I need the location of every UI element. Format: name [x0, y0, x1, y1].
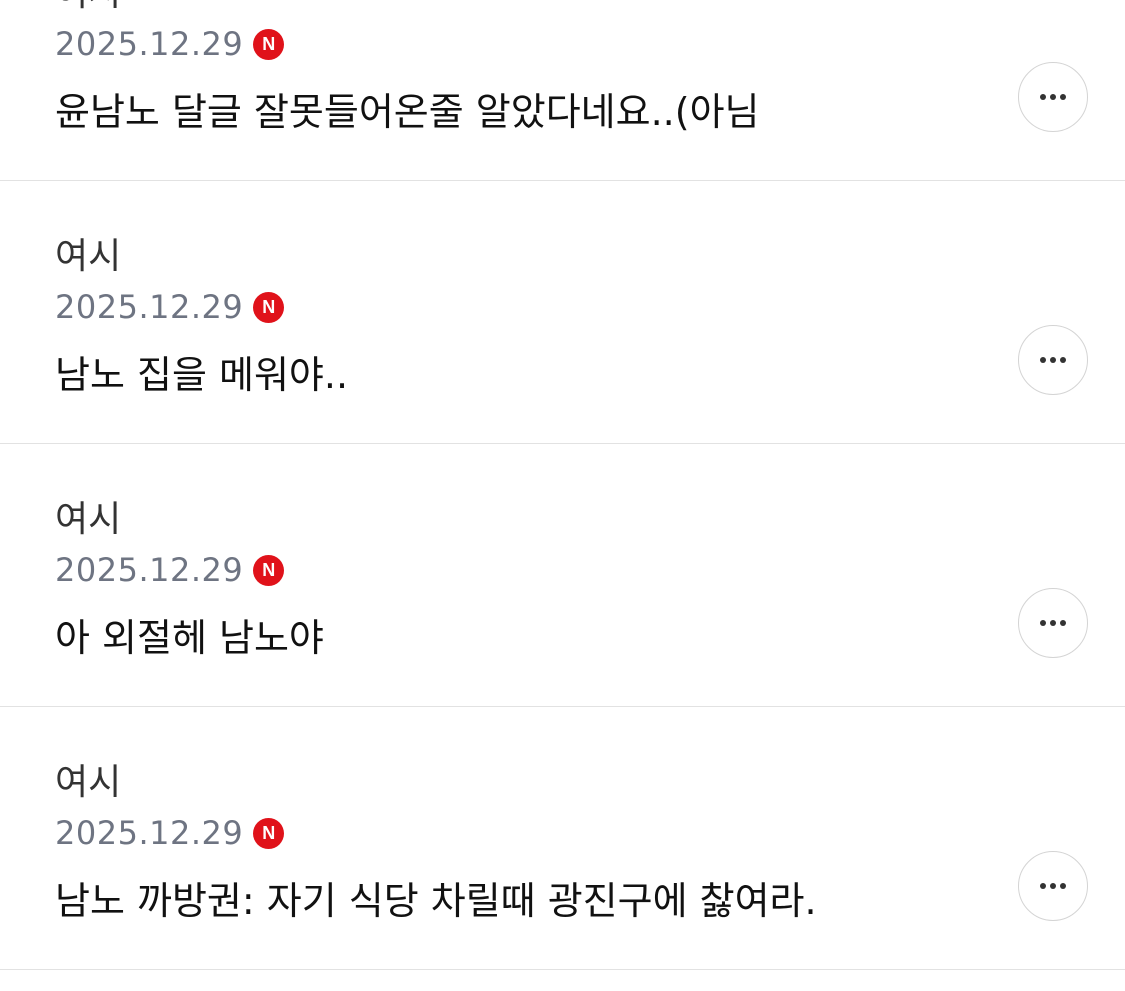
- comment-author[interactable]: 여시: [55, 0, 121, 16]
- comment-item: 여시 2025.12.29 N 아 외절헤 남노야: [0, 444, 1125, 707]
- comment-item: 여시 2025.12.29 N 윤남노 달글 잘못들어온줄 알았다네요..(아님: [0, 0, 1125, 181]
- new-badge-icon: N: [253, 817, 285, 849]
- comment-text: 남노 집을 메워야..: [55, 353, 349, 397]
- new-badge-icon: N: [253, 291, 285, 323]
- more-options-button[interactable]: [1018, 588, 1088, 658]
- comment-author[interactable]: 여시: [55, 761, 121, 805]
- new-badge-icon: N: [253, 28, 285, 60]
- more-options-button[interactable]: [1018, 851, 1088, 921]
- comment-date: 2025.12.29: [55, 551, 244, 589]
- more-options-button[interactable]: [1018, 325, 1088, 395]
- comment-text: 남노 까방권: 자기 식당 차릴때 광진구에 찷여라.: [55, 879, 817, 923]
- comment-text: 윤남노 달글 잘못들어온줄 알았다네요..(아님: [55, 90, 760, 134]
- comment-list: 여시 2025.12.29 N 윤남노 달글 잘못들어온줄 알았다네요..(아님…: [0, 0, 1125, 970]
- more-horizontal-icon: [1040, 94, 1066, 100]
- comment-date: 2025.12.29: [55, 25, 244, 63]
- comment-meta: 2025.12.29 N: [55, 287, 285, 327]
- more-horizontal-icon: [1040, 620, 1066, 626]
- comment-item: 여시 2025.12.29 N 남노 집을 메워야..: [0, 181, 1125, 444]
- comment-meta: 2025.12.29 N: [55, 813, 285, 853]
- more-options-button[interactable]: [1018, 62, 1088, 132]
- comment-author[interactable]: 여시: [55, 235, 121, 279]
- more-horizontal-icon: [1040, 883, 1066, 889]
- comment-item: 여시 2025.12.29 N 남노 까방권: 자기 식당 차릴때 광진구에 찷…: [0, 707, 1125, 970]
- comment-date: 2025.12.29: [55, 288, 244, 326]
- comment-meta: 2025.12.29 N: [55, 550, 285, 590]
- comment-date: 2025.12.29: [55, 814, 244, 852]
- more-horizontal-icon: [1040, 357, 1066, 363]
- new-badge-icon: N: [253, 554, 285, 586]
- comment-meta: 2025.12.29 N: [55, 24, 285, 64]
- comment-text: 아 외절헤 남노야: [55, 616, 324, 660]
- comment-author[interactable]: 여시: [55, 498, 121, 542]
